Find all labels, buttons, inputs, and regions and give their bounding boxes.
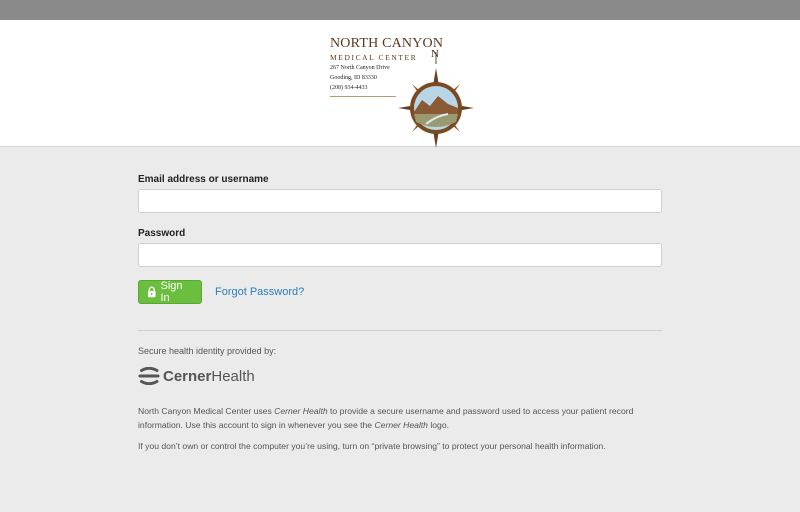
logo-title: NORTH CANYON [330, 36, 444, 51]
cerner-health-logo: CernerHealth [138, 365, 662, 387]
sign-in-button[interactable]: Sign In [138, 280, 202, 304]
header-band: NORTH CANYON MEDICAL CENTER 267 North Ca… [0, 20, 800, 148]
compass-icon [398, 52, 474, 148]
password-input[interactable] [138, 243, 662, 267]
private-browsing-paragraph: If you don’t own or control the computer… [138, 441, 606, 451]
north-canyon-logo: NORTH CANYON MEDICAL CENTER 267 North Ca… [326, 34, 478, 156]
cerner-logo-icon [138, 367, 160, 385]
para1-part-a: North Canyon Medical Center uses [138, 406, 275, 416]
para1-part-c: logo. [427, 420, 449, 430]
para1-em-2: Cerner Health [374, 420, 428, 430]
cerner-wordmark-light: Health [211, 367, 255, 385]
username-input[interactable] [138, 189, 662, 213]
top-bar [0, 0, 800, 20]
password-label: Password [138, 228, 186, 239]
username-label: Email address or username [138, 174, 269, 185]
cerner-info-paragraph: North Canyon Medical Center uses Cerner … [138, 404, 662, 432]
logo-rule [330, 96, 396, 97]
cerner-wordmark-bold: Cerner [163, 367, 212, 385]
sign-in-label: Sign In [160, 280, 183, 304]
para1-em-1: Cerner Health [274, 406, 328, 416]
login-form: Email address or username Password Sign … [138, 174, 662, 453]
lock-icon [147, 286, 156, 298]
forgot-password-link[interactable]: Forgot Password? [215, 286, 304, 298]
form-actions: Sign In Forgot Password? [138, 280, 662, 304]
cerner-wordmark: CernerHealth [163, 368, 255, 385]
divider [138, 330, 662, 331]
provided-by-text: Secure health identity provided by: [138, 346, 277, 356]
